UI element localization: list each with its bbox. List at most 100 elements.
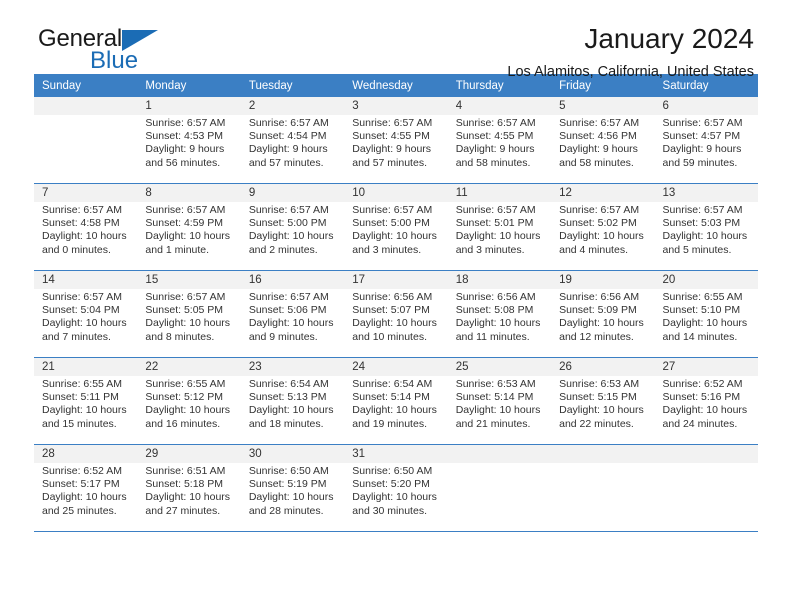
day-sunset-text: Sunset: 5:13 PM [248, 391, 327, 404]
day-sunrise-text: Sunrise: 6:52 AM [42, 465, 122, 477]
day-daylight-l2-text: and 56 minutes. [145, 156, 221, 169]
day-daylight-l1-text: Daylight: 10 hours [145, 404, 231, 417]
day-info-cell: Sunrise: 6:54 AM Sunset: 5:14 PM Daylight:… [344, 376, 448, 445]
day-sunset-text: Sunset: 4:58 PM [42, 217, 120, 230]
page-title: January 2024 [584, 23, 754, 54]
day-sunset-text: Sunset: 5:14 PM [352, 391, 430, 404]
day-sunset-text: Sunset: 4:59 PM [145, 217, 224, 230]
day-number-cell[interactable]: 21 [34, 357, 138, 376]
day-sunset-text: Sunset: 5:20 PM [352, 478, 430, 491]
day-sunset-text: Sunset: 5:00 PM [248, 217, 327, 230]
day-daylight-l2-text: and 57 minutes. [248, 156, 324, 169]
week-daynumber-row: 123456 [34, 97, 758, 115]
day-number-cell[interactable]: 2 [240, 97, 345, 115]
day-info-cell: Sunrise: 6:57 AM Sunset: 4:57 PM Daylight:… [654, 115, 758, 184]
day-number-cell[interactable]: 31 [344, 444, 448, 463]
day-daylight-l1-text: Daylight: 10 hours [352, 317, 437, 330]
week-info-row: Sunrise: 6:55 AM Sunset: 5:11 PM Daylight:… [34, 376, 758, 445]
day-number-empty [447, 444, 552, 463]
day-daylight-l2-text: and 9 minutes. [248, 330, 318, 343]
calendar-table: Sunday Monday Tuesday Wednesday Thursday… [34, 74, 758, 532]
day-number-cell[interactable]: 12 [551, 183, 655, 202]
day-sunrise-text: Sunrise: 6:55 AM [662, 291, 743, 303]
day-sunrise-text: Sunrise: 6:53 AM [455, 378, 536, 390]
day-number-cell[interactable]: 17 [344, 270, 448, 289]
day-info-cell: Sunrise: 6:55 AM Sunset: 5:10 PM Daylight:… [654, 289, 758, 358]
day-sunset-text: Sunset: 4:53 PM [145, 130, 224, 143]
day-daylight-l2-text: and 12 minutes. [559, 330, 634, 343]
day-number-cell[interactable]: 29 [137, 444, 241, 463]
day-number-cell[interactable]: 25 [447, 357, 552, 376]
day-number-cell[interactable]: 19 [551, 270, 655, 289]
brand-logo[interactable]: General Blue [38, 26, 258, 78]
day-number-cell[interactable]: 18 [447, 270, 552, 289]
day-number-cell[interactable]: 22 [137, 357, 241, 376]
day-number-cell[interactable]: 15 [137, 270, 241, 289]
day-sunset-text: Sunset: 4:55 PM [352, 130, 430, 143]
week-daynumber-row: 28 29 30 31 [34, 444, 758, 463]
week-daynumber-row: 7 8 9 10 11 12 13 [34, 183, 758, 202]
day-daylight-l1-text: Daylight: 10 hours [248, 230, 334, 243]
day-number-cell[interactable]: 5 [551, 97, 655, 115]
day-number-cell[interactable]: 27 [654, 357, 758, 376]
page-header: General Blue January 2024 Los Alamitos, … [34, 0, 758, 80]
day-sunrise-text: Sunrise: 6:57 AM [455, 204, 536, 216]
day-number-cell[interactable]: 20 [654, 270, 758, 289]
day-number-cell[interactable]: 23 [240, 357, 345, 376]
day-number-cell[interactable]: 13 [654, 183, 758, 202]
day-daylight-l2-text: and 22 minutes. [559, 417, 634, 430]
day-sunset-text: Sunset: 5:12 PM [145, 391, 224, 404]
day-daylight-l2-text: and 10 minutes. [352, 330, 427, 343]
day-number-cell[interactable]: 6 [654, 97, 758, 115]
week-info-row: Sunrise: 6:57 AM Sunset: 4:58 PM Daylight:… [34, 202, 758, 271]
day-sunset-text: Sunset: 4:54 PM [248, 130, 327, 143]
day-number-cell[interactable]: 16 [240, 270, 345, 289]
day-number-cell[interactable]: 3 [344, 97, 448, 115]
day-daylight-l1-text: Daylight: 10 hours [248, 404, 334, 417]
day-sunrise-text: Sunrise: 6:57 AM [559, 117, 640, 129]
day-sunset-text: Sunset: 5:15 PM [559, 391, 637, 404]
day-info-cell: Sunrise: 6:57 AM Sunset: 5:06 PM Daylight:… [240, 289, 345, 358]
day-daylight-l2-text: and 27 minutes. [145, 504, 221, 517]
day-info-cell: Sunrise: 6:57 AM Sunset: 4:59 PM Daylight:… [137, 202, 241, 271]
day-daylight-l2-text: and 58 minutes. [455, 156, 531, 169]
day-sunrise-text: Sunrise: 6:57 AM [248, 204, 329, 216]
calendar-page: General Blue January 2024 Los Alamitos, … [0, 0, 792, 612]
day-number-cell[interactable]: 4 [447, 97, 552, 115]
day-daylight-l1-text: Daylight: 9 hours [662, 143, 742, 156]
day-number-cell[interactable]: 28 [34, 444, 138, 463]
day-number-cell[interactable]: 7 [34, 183, 138, 202]
day-sunset-text: Sunset: 5:19 PM [248, 478, 327, 491]
day-sunrise-text: Sunrise: 6:53 AM [559, 378, 640, 390]
day-daylight-l1-text: Daylight: 10 hours [455, 404, 541, 417]
day-info-cell: Sunrise: 6:55 AM Sunset: 5:12 PM Daylight:… [137, 376, 241, 445]
day-number-cell[interactable]: 30 [240, 444, 345, 463]
day-number-cell[interactable]: 1 [137, 97, 241, 115]
day-number-cell[interactable]: 24 [344, 357, 448, 376]
day-number-cell[interactable]: 10 [344, 183, 448, 202]
day-number-cell[interactable]: 26 [551, 357, 655, 376]
day-number-cell[interactable]: 14 [34, 270, 138, 289]
day-daylight-l1-text: Daylight: 10 hours [145, 491, 231, 504]
day-sunset-text: Sunset: 5:04 PM [42, 304, 120, 317]
week-daynumber-row: 14 15 16 17 18 19 20 [34, 270, 758, 289]
day-sunset-text: Sunset: 5:10 PM [662, 304, 741, 317]
day-info-cell: Sunrise: 6:53 AM Sunset: 5:15 PM Daylight:… [551, 376, 655, 445]
day-sunrise-text: Sunrise: 6:54 AM [352, 378, 433, 390]
day-number-cell[interactable]: 8 [137, 183, 241, 202]
day-number-cell[interactable]: 9 [240, 183, 345, 202]
day-sunset-text: Sunset: 4:55 PM [455, 130, 534, 143]
day-daylight-l2-text: and 19 minutes. [352, 417, 427, 430]
day-daylight-l2-text: and 24 minutes. [662, 417, 738, 430]
day-daylight-l2-text: and 30 minutes. [352, 504, 427, 517]
day-sunset-text: Sunset: 4:56 PM [559, 130, 637, 143]
day-info-empty [34, 115, 138, 184]
weekday-header-wednesday: Wednesday [344, 74, 448, 97]
day-info-cell: Sunrise: 6:57 AM Sunset: 5:00 PM Daylight:… [344, 202, 448, 271]
day-daylight-l2-text: and 8 minutes. [145, 330, 215, 343]
day-number-cell[interactable]: 11 [447, 183, 552, 202]
day-daylight-l1-text: Daylight: 10 hours [352, 491, 437, 504]
day-number-empty [654, 444, 758, 463]
day-info-cell: Sunrise: 6:54 AM Sunset: 5:13 PM Daylight:… [240, 376, 345, 445]
day-sunrise-text: Sunrise: 6:52 AM [662, 378, 743, 390]
